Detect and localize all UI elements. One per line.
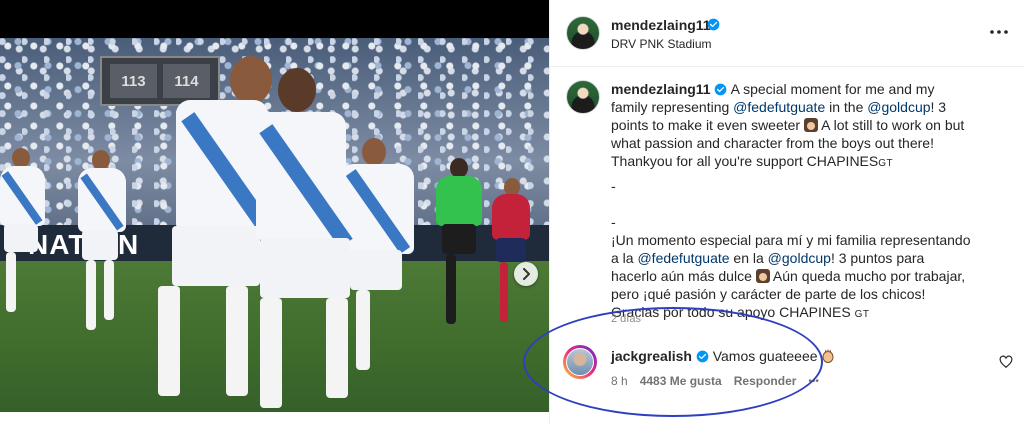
post-caption: mendezlaing11 A special moment for me an… [611, 80, 971, 324]
post-side-panel: mendezlaing11 DRV PNK Stadium mendezlain… [549, 0, 1024, 425]
next-arrow-icon [523, 268, 530, 280]
more-options-button[interactable] [987, 22, 1011, 42]
caption-separator: - [611, 178, 616, 194]
praying-emoji-icon [755, 269, 770, 283]
commenter-avatar[interactable] [563, 345, 597, 379]
post-time-ago[interactable]: 2 días [611, 313, 641, 325]
mention-link[interactable]: @goldcup [768, 250, 831, 266]
comment-more-button[interactable]: ••• [808, 376, 819, 387]
mention-link[interactable]: @goldcup [867, 99, 930, 115]
next-photo-button[interactable] [514, 262, 538, 286]
clap-emoji-icon [822, 349, 834, 363]
caption-avatar[interactable] [566, 80, 600, 114]
verified-icon [715, 83, 727, 96]
comment-item: jackgrealish Vamos guateeee 8 h 4483 Me … [550, 337, 1024, 397]
caption-text-es-2: en la [733, 250, 764, 266]
verified-icon [696, 350, 709, 363]
player-main-center [248, 68, 368, 412]
comment-time[interactable]: 8 h [611, 374, 628, 388]
mention-link[interactable]: @fedefutguate [637, 250, 729, 266]
post-media-panel: 113 114 NATION [0, 0, 549, 412]
comment-meta: 8 h 4483 Me gusta Responder ••• [611, 374, 819, 388]
referee [432, 158, 492, 358]
flag-gt-emoji: GT [854, 309, 870, 320]
praying-emoji-icon [804, 118, 818, 132]
author-username[interactable]: mendezlaing11 [611, 17, 711, 33]
background-player-2 [72, 150, 152, 360]
caption-separator: - [611, 214, 616, 230]
verified-icon [707, 18, 720, 31]
post-photo: 113 114 NATION [0, 38, 549, 412]
background-player-left [0, 148, 60, 348]
comment-likes[interactable]: 4483 Me gusta [640, 374, 722, 388]
more-options-icon [990, 30, 1008, 34]
post-header: mendezlaing11 DRV PNK Stadium [550, 0, 1024, 67]
post-location[interactable]: DRV PNK Stadium [611, 37, 711, 51]
caption-text-en-2: in the [829, 99, 864, 115]
heart-icon[interactable] [999, 355, 1013, 369]
mention-link[interactable]: @fedefutguate [733, 99, 825, 115]
commenter-username[interactable]: jackgrealish [611, 348, 692, 364]
flag-gt-emoji: GT [878, 158, 894, 169]
comment-body: jackgrealish Vamos guateeee [611, 348, 835, 364]
caption-author[interactable]: mendezlaing11 [611, 81, 711, 97]
reply-button[interactable]: Responder [734, 374, 797, 388]
comment-text: Vamos guateeee [712, 348, 818, 364]
author-avatar[interactable] [566, 16, 600, 50]
